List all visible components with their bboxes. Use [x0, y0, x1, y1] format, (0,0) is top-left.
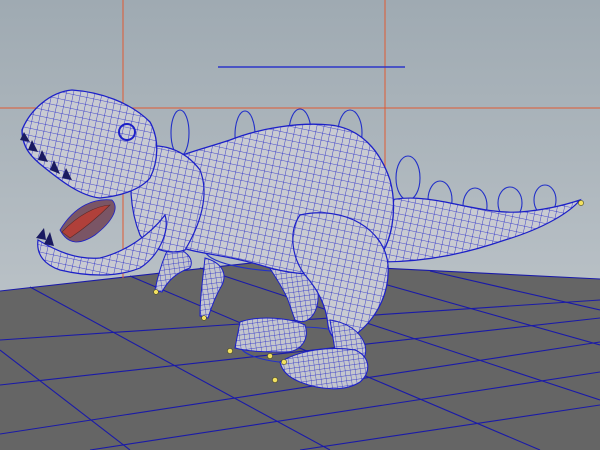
locator[interactable] [227, 348, 233, 354]
viewport-scene[interactable] [0, 0, 600, 450]
locator[interactable] [153, 289, 159, 295]
3d-viewport[interactable] [0, 0, 600, 450]
far-foot-mesh[interactable] [234, 317, 307, 353]
locator[interactable] [272, 377, 278, 383]
locator[interactable] [201, 315, 207, 321]
locator[interactable] [281, 359, 287, 365]
locator[interactable] [578, 200, 584, 206]
locator[interactable] [267, 353, 273, 359]
